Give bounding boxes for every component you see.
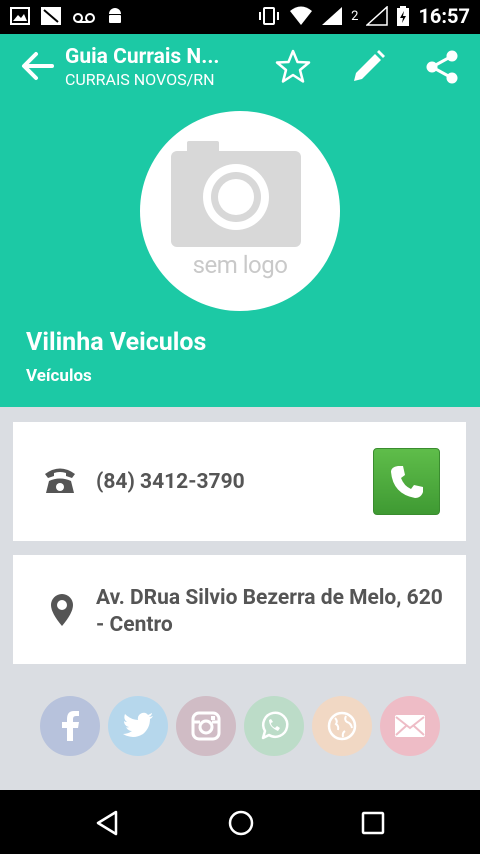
whatsapp-icon xyxy=(261,711,289,740)
vibrate-icon xyxy=(259,7,280,25)
android-icon xyxy=(109,8,121,23)
twitter-icon xyxy=(123,712,153,737)
image-icon xyxy=(10,7,30,25)
camera-icon xyxy=(171,141,301,247)
phone-card: (84) 3412-3790 xyxy=(13,422,466,541)
business-category: Veículos xyxy=(26,366,92,386)
facebook-button[interactable] xyxy=(40,696,100,756)
website-button[interactable] xyxy=(312,696,372,756)
voicemail-icon xyxy=(73,13,95,23)
twitter-button[interactable] xyxy=(108,696,168,756)
nav-recent-apps-icon[interactable] xyxy=(358,808,388,838)
telephone-icon xyxy=(45,468,75,493)
whatsapp-button[interactable] xyxy=(244,696,304,756)
signal-icon xyxy=(322,7,343,25)
sim-2-label: 2 xyxy=(351,8,359,24)
phone-call-icon xyxy=(391,466,423,498)
location-pin-icon xyxy=(51,594,73,626)
app-bar-titles: Guia Currais N... CURRAIS NOVOS/RN xyxy=(65,45,250,89)
address-text[interactable]: Av. DRua Silvio Bezerra de Melo, 620 - C… xyxy=(96,585,446,639)
app-subtitle: CURRAIS NOVOS/RN xyxy=(65,70,215,89)
website-globe-icon xyxy=(327,711,357,741)
email-icon xyxy=(395,715,425,737)
nav-back-icon[interactable] xyxy=(92,808,122,838)
address-card: Av. DRua Silvio Bezerra de Melo, 620 - C… xyxy=(13,555,466,664)
business-logo-placeholder: sem logo xyxy=(140,111,340,311)
facebook-icon xyxy=(62,711,79,741)
signal-icon xyxy=(366,6,389,26)
no-logo-text: sem logo xyxy=(192,251,288,279)
status-bar: 2 16:57 xyxy=(0,0,480,34)
status-time: 16:57 xyxy=(418,4,470,28)
call-button[interactable] xyxy=(373,448,440,515)
phone-number[interactable]: (84) 3412-3790 xyxy=(96,470,245,494)
edit-pencil-icon[interactable] xyxy=(349,48,387,86)
business-header: Guia Currais N... CURRAIS NOVOS/RN sem l… xyxy=(0,34,480,407)
wifi-icon xyxy=(290,6,313,25)
share-icon[interactable] xyxy=(423,48,461,86)
system-navigation-bar xyxy=(0,790,480,854)
instagram-icon xyxy=(191,711,221,741)
muted-notification-icon xyxy=(41,7,61,25)
battery-charging-icon xyxy=(397,6,410,26)
star-icon[interactable] xyxy=(274,48,312,86)
email-button[interactable] xyxy=(380,696,440,756)
back-arrow-icon[interactable] xyxy=(18,48,58,84)
business-name: Vilinha Veiculos xyxy=(26,328,207,357)
nav-home-icon[interactable] xyxy=(226,808,256,838)
instagram-button[interactable] xyxy=(176,696,236,756)
app-title: Guia Currais N... xyxy=(65,45,220,69)
